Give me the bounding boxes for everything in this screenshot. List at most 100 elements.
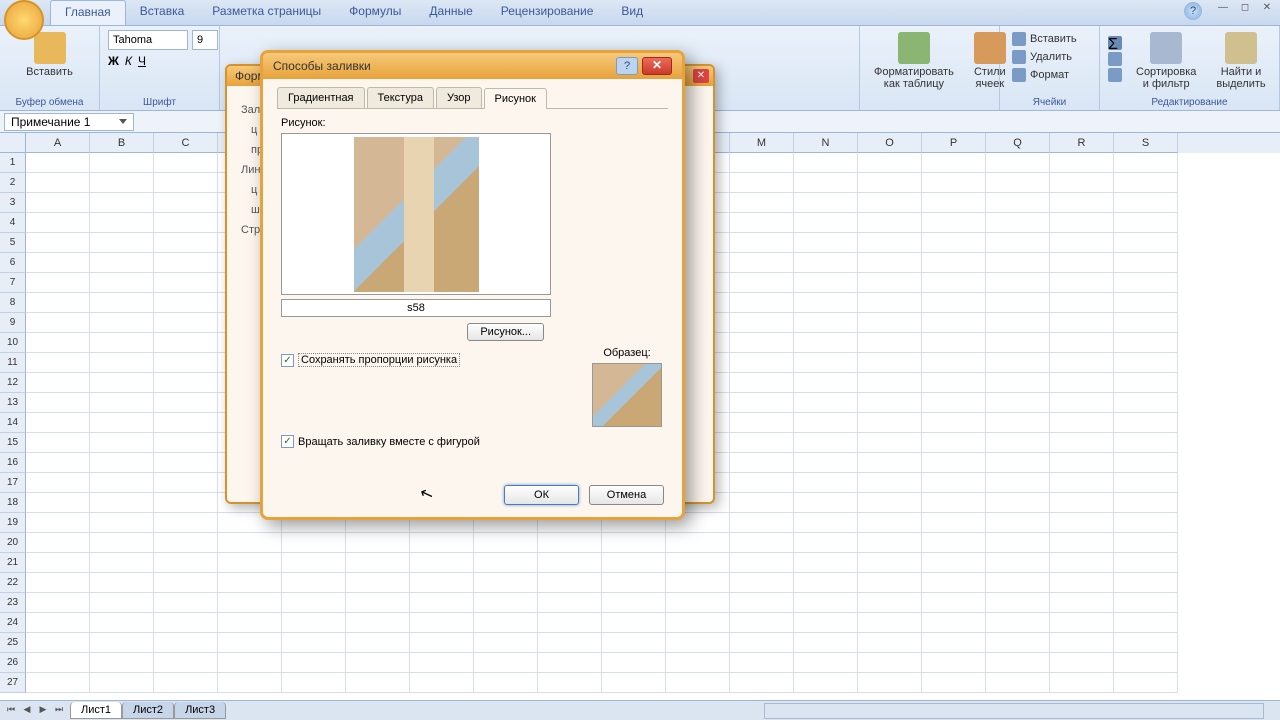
dialog-titlebar[interactable]: Способы заливки ? ✕ [263, 53, 682, 79]
tab-data[interactable]: Данные [415, 0, 486, 25]
restore-button[interactable]: ◻ [1236, 2, 1254, 16]
format-dialog-close[interactable]: ✕ [693, 69, 709, 83]
window-controls: ? — ◻ ✕ [1184, 2, 1276, 20]
row-header[interactable]: 4 [0, 213, 26, 233]
tab-insert[interactable]: Вставка [126, 0, 199, 25]
row-headers: 1234567891011121314151617181920212223242… [0, 153, 26, 693]
row-header[interactable]: 6 [0, 253, 26, 273]
row-header[interactable]: 2 [0, 173, 26, 193]
find-icon [1225, 32, 1257, 64]
tab-pattern[interactable]: Узор [436, 87, 482, 108]
row-header[interactable]: 10 [0, 333, 26, 353]
picture-name-field: s58 [281, 299, 551, 317]
name-box-value: Примечание 1 [11, 115, 90, 129]
row-header[interactable]: 15 [0, 433, 26, 453]
tab-review[interactable]: Рецензирование [487, 0, 608, 25]
row-header[interactable]: 25 [0, 633, 26, 653]
tab-gradient[interactable]: Градиентная [277, 87, 365, 108]
row-header[interactable]: 22 [0, 573, 26, 593]
format-as-table-button[interactable]: Форматировать как таблицу [868, 30, 960, 92]
paste-label: Вставить [26, 66, 73, 78]
office-button[interactable] [4, 0, 44, 40]
row-header[interactable]: 9 [0, 313, 26, 333]
sort-label2: и фильтр [1143, 78, 1190, 90]
sort-filter-button[interactable]: Сортировка и фильтр [1130, 30, 1202, 92]
row-header[interactable]: 11 [0, 353, 26, 373]
column-header[interactable]: N [794, 133, 858, 153]
column-header[interactable]: Q [986, 133, 1050, 153]
row-header[interactable]: 1 [0, 153, 26, 173]
row-header[interactable]: 27 [0, 673, 26, 693]
autosum-icon[interactable]: Σ [1108, 36, 1122, 50]
insert-cells-button[interactable]: Вставить [1008, 30, 1091, 48]
close-button[interactable]: ✕ [1258, 2, 1276, 16]
preview-image [354, 137, 479, 292]
row-header[interactable]: 19 [0, 513, 26, 533]
column-header[interactable]: B [90, 133, 154, 153]
column-header[interactable]: O [858, 133, 922, 153]
clear-icon[interactable] [1108, 68, 1122, 82]
row-header[interactable]: 12 [0, 373, 26, 393]
row-header[interactable]: 18 [0, 493, 26, 513]
keep-ratio-checkbox[interactable] [281, 354, 294, 367]
ok-button[interactable]: ОК [504, 485, 579, 505]
format-cells-button[interactable]: Формат [1008, 66, 1091, 84]
sheet-nav-prev[interactable]: ◀ [20, 704, 34, 718]
sheet-tab-1[interactable]: Лист1 [70, 702, 122, 719]
column-header[interactable]: R [1050, 133, 1114, 153]
column-header[interactable]: A [26, 133, 90, 153]
sheet-nav-first[interactable]: ⏮ [4, 704, 18, 718]
column-header[interactable]: C [154, 133, 218, 153]
rotate-with-shape-checkbox[interactable] [281, 435, 294, 448]
fmt-label1: Форматировать [874, 66, 954, 78]
tab-page-layout[interactable]: Разметка страницы [198, 0, 335, 25]
sheet-tab-2[interactable]: Лист2 [122, 702, 174, 719]
tab-formulas[interactable]: Формулы [335, 0, 415, 25]
column-header[interactable]: P [922, 133, 986, 153]
row-header[interactable]: 5 [0, 233, 26, 253]
select-all-corner[interactable] [0, 133, 26, 153]
fill-effects-dialog: Способы заливки ? ✕ Градиентная Текстура… [260, 50, 685, 520]
rotate-with-shape-label: Вращать заливку вместе с фигурой [298, 436, 480, 448]
row-header[interactable]: 17 [0, 473, 26, 493]
column-header[interactable]: S [1114, 133, 1178, 153]
row-header[interactable]: 16 [0, 453, 26, 473]
fill-icon[interactable] [1108, 52, 1122, 66]
tab-view[interactable]: Вид [607, 0, 657, 25]
font-size-combo[interactable] [192, 30, 218, 50]
minimize-button[interactable]: — [1214, 2, 1232, 16]
row-header[interactable]: 7 [0, 273, 26, 293]
tab-picture[interactable]: Рисунок [484, 88, 548, 109]
font-name-combo[interactable] [108, 30, 188, 50]
row-header[interactable]: 24 [0, 613, 26, 633]
row-header[interactable]: 8 [0, 293, 26, 313]
select-picture-button[interactable]: Рисунок... [467, 323, 544, 341]
row-header[interactable]: 14 [0, 413, 26, 433]
horizontal-scrollbar[interactable] [764, 703, 1264, 719]
tab-texture[interactable]: Текстура [367, 87, 434, 108]
table-icon [898, 32, 930, 64]
row-header[interactable]: 23 [0, 593, 26, 613]
row-header[interactable]: 26 [0, 653, 26, 673]
underline-button[interactable]: Ч [138, 54, 146, 68]
italic-button[interactable]: К [125, 54, 132, 68]
cancel-button[interactable]: Отмена [589, 485, 664, 505]
row-header[interactable]: 21 [0, 553, 26, 573]
find-select-button[interactable]: Найти и выделить [1210, 30, 1271, 92]
bold-button[interactable]: Ж [108, 54, 119, 68]
dialog-close-button[interactable]: ✕ [642, 57, 672, 75]
help-icon[interactable]: ? [1184, 2, 1202, 20]
sheet-nav-last[interactable]: ⏭ [52, 704, 66, 718]
row-header[interactable]: 20 [0, 533, 26, 553]
column-header[interactable]: M [730, 133, 794, 153]
row-header[interactable]: 13 [0, 393, 26, 413]
row-header[interactable]: 3 [0, 193, 26, 213]
sheet-tab-3[interactable]: Лист3 [174, 702, 226, 719]
delete-cells-button[interactable]: Удалить [1008, 48, 1091, 66]
name-box[interactable]: Примечание 1 [4, 113, 134, 131]
format-icon [1012, 68, 1026, 82]
sheet-nav-next[interactable]: ▶ [36, 704, 50, 718]
group-clipboard: Буфер обмена [0, 97, 99, 108]
dialog-help-button[interactable]: ? [616, 57, 638, 75]
tab-home[interactable]: Главная [50, 0, 126, 25]
